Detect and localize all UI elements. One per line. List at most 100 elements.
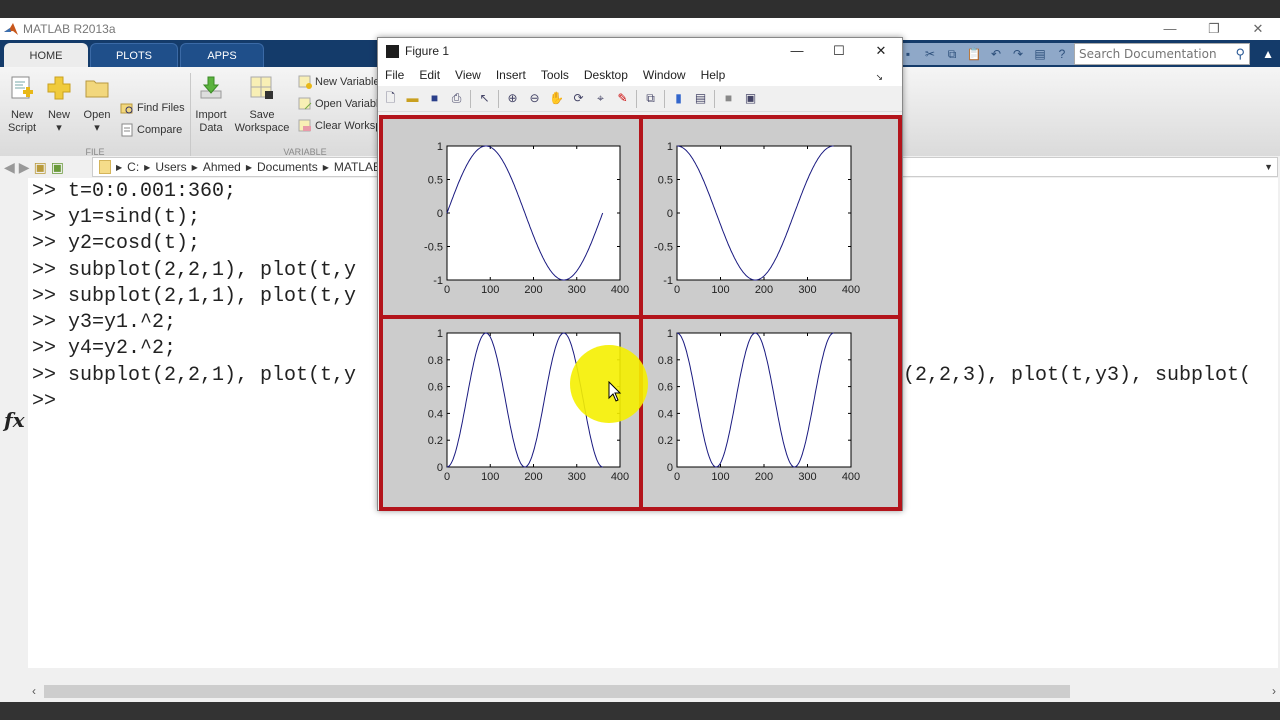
figure-maximize-button[interactable]: ☐ (818, 38, 860, 64)
open-button[interactable]: Open ▾ (82, 75, 112, 135)
menu-file[interactable]: File (385, 68, 404, 82)
undo-icon[interactable]: ↶ (988, 47, 1004, 61)
find-files-icon (120, 103, 133, 114)
find-files-button[interactable]: Find Files (120, 101, 185, 115)
new-script-button[interactable]: New Script (6, 75, 38, 135)
data-cursor-icon[interactable]: ⌖ (592, 90, 609, 107)
zoom-out-icon[interactable]: ⊖ (526, 90, 543, 107)
link-icon[interactable]: ⧉ (642, 90, 659, 107)
up-folder-icon[interactable]: ▣ (34, 159, 47, 176)
forward-icon[interactable]: ▶ (19, 159, 30, 176)
compare-button[interactable]: Compare (120, 123, 182, 137)
path-dropdown-icon[interactable]: ▼ (1264, 162, 1273, 172)
back-icon[interactable]: ◀ (4, 159, 15, 176)
cut-icon[interactable]: ✂ (922, 47, 938, 61)
help-icon[interactable]: ? (1054, 47, 1070, 61)
pan-icon[interactable]: ✋ (548, 90, 565, 107)
mouse-pointer-icon (608, 381, 622, 402)
command-line-tail: (2,2,3), plot(t,y3), subplot( (903, 364, 1252, 387)
command-line: >> t=0:0.001:360; (32, 180, 237, 203)
path-segment[interactable]: Users (155, 160, 186, 174)
compare-icon (121, 123, 133, 137)
search-icon[interactable]: ⚲ (1235, 46, 1245, 62)
screen-top-bar (0, 0, 1280, 18)
figure-close-button[interactable]: ✕ (860, 38, 902, 64)
command-line: >> subplot(2,2,1), plot(t,y (32, 364, 357, 387)
command-line: >> y1=sind(t); (32, 206, 201, 229)
annotation-box (639, 315, 902, 511)
open-file-icon[interactable]: ▬ (404, 90, 421, 107)
tab-home[interactable]: HOME (4, 43, 88, 67)
folder-icon (99, 160, 111, 174)
import-data-button[interactable]: Import Data (194, 75, 228, 135)
plus-icon (47, 76, 71, 100)
restore-button[interactable]: ❐ (1192, 18, 1236, 40)
menu-view[interactable]: View (455, 68, 481, 82)
figure-toolbar: 🗋 ▬ ■ ⎙ ↖ ⊕ ⊖ ✋ ⟳ ⌖ ✎ ⧉ ▮ ▤ ■ ▣ (378, 86, 902, 112)
browse-folder-icon[interactable]: ▣ (51, 159, 64, 176)
new-script-icon (11, 76, 33, 99)
tab-plots[interactable]: PLOTS (90, 43, 178, 67)
brush-icon[interactable]: ✎ (614, 90, 631, 107)
matlab-logo-icon (4, 23, 18, 35)
path-segment[interactable]: Ahmed (203, 160, 241, 174)
save-workspace-button[interactable]: Save Workspace (234, 75, 290, 135)
legend-icon[interactable]: ▤ (692, 90, 709, 107)
print-icon[interactable]: ⎙ (448, 90, 465, 107)
menu-window[interactable]: Window (643, 68, 686, 82)
save-workspace-icon (250, 76, 273, 99)
scroll-right-icon[interactable]: › (1272, 684, 1276, 698)
colorbar-icon[interactable]: ▮ (670, 90, 687, 107)
new-button[interactable]: New ▾ (44, 75, 74, 135)
show-plot-tools-icon[interactable]: ▣ (742, 90, 759, 107)
quick-access-toolbar: ▪ ✂ ⧉ 📋 ↶ ↷ ▤ ? (896, 43, 1074, 65)
command-line: >> y2=cosd(t); (32, 232, 201, 255)
ribbon-separator (190, 73, 191, 157)
figure-minimize-button[interactable]: — (776, 38, 818, 64)
command-line: >> subplot(2,1,1), plot(t,y (32, 285, 357, 308)
annotation-box (379, 115, 643, 319)
menu-desktop[interactable]: Desktop (584, 68, 628, 82)
menu-help[interactable]: Help (701, 68, 726, 82)
zoom-in-icon[interactable]: ⊕ (504, 90, 521, 107)
figure-menu-bar: File Edit View Insert Tools Desktop Wind… (378, 64, 902, 86)
rotate-icon[interactable]: ⟳ (570, 90, 587, 107)
command-line: >> y3=y1.^2; (32, 311, 177, 334)
save-icon[interactable]: ■ (426, 90, 443, 107)
folder-icon (85, 80, 109, 98)
tab-apps[interactable]: APPS (180, 43, 264, 67)
scroll-left-icon[interactable]: ‹ (32, 684, 36, 698)
command-line: >> subplot(2,2,1), plot(t,y (32, 259, 357, 282)
path-segment[interactable]: Documents (257, 160, 318, 174)
redo-icon[interactable]: ↷ (1010, 47, 1026, 61)
import-icon (200, 76, 222, 99)
search-input[interactable] (1079, 47, 1229, 61)
open-variable-icon (298, 97, 312, 110)
new-figure-icon[interactable]: 🗋 (382, 90, 399, 107)
switch-windows-icon[interactable]: ▤ (1032, 47, 1048, 61)
clear-workspace-icon (298, 119, 311, 132)
search-documentation[interactable]: ⚲ (1074, 43, 1250, 65)
figure-title-bar: Figure 1 — ☐ ✕ (378, 38, 902, 64)
hide-plot-tools-icon[interactable]: ■ (720, 90, 737, 107)
minimize-button[interactable]: — (1148, 18, 1192, 40)
function-browser-icon[interactable]: fx (4, 408, 25, 432)
path-segment[interactable]: C: (127, 160, 139, 174)
path-segment[interactable]: MATLAB (334, 160, 381, 174)
dock-icon[interactable]: ↘ (875, 72, 883, 83)
command-line: >> y4=y2.^2; (32, 337, 177, 360)
close-button[interactable]: ✕ (1236, 18, 1280, 40)
new-variable-button[interactable]: New Variable (298, 75, 380, 89)
copy-icon[interactable]: ⧉ (944, 47, 960, 61)
command-prompt[interactable]: >> (32, 390, 56, 413)
paste-icon[interactable]: 📋 (966, 47, 982, 61)
menu-insert[interactable]: Insert (496, 68, 526, 82)
open-variable-button[interactable]: Open Variable (298, 97, 385, 111)
menu-tools[interactable]: Tools (541, 68, 569, 82)
scrollbar-thumb[interactable] (44, 685, 1070, 698)
horizontal-scrollbar[interactable]: ‹ › (28, 682, 1278, 702)
figure-logo-icon (386, 44, 399, 58)
select-icon[interactable]: ↖ (476, 90, 493, 107)
collapse-ribbon-icon[interactable]: ▲ (1262, 47, 1274, 61)
menu-edit[interactable]: Edit (419, 68, 440, 82)
